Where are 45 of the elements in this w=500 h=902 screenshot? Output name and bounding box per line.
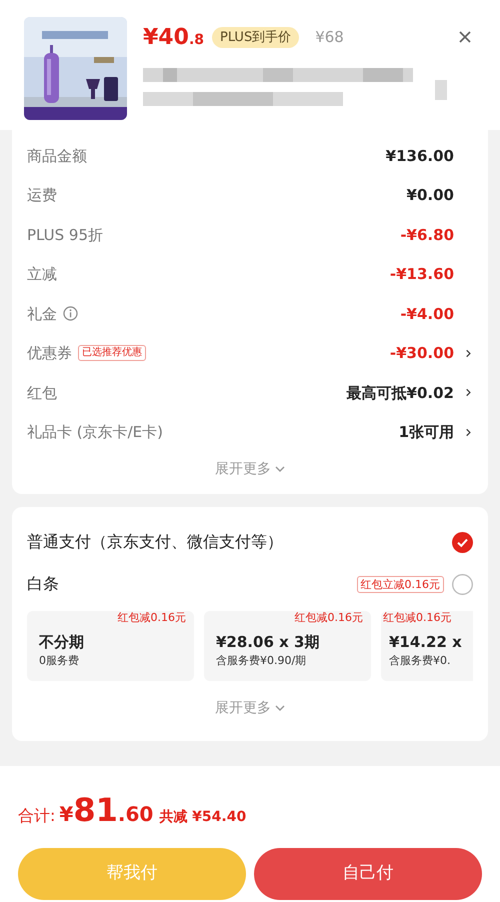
total-label: 合计:	[18, 805, 56, 827]
service-fee-text: 含服务费¥0.	[389, 653, 452, 669]
installment-option[interactable]: 红包减0.16元 ¥28.06 x 3期 含服务费¥0.90/期	[204, 611, 371, 681]
row-value: ¥136.00	[386, 146, 454, 166]
close-icon[interactable]	[459, 31, 471, 43]
selected-offer-tag: 已选推荐优惠	[78, 345, 146, 362]
row-label: 礼品卡 (京东卡/E卡)	[27, 422, 164, 443]
row-value: ¥0.00	[406, 185, 454, 206]
row-value[interactable]: 1张可用	[398, 421, 454, 444]
discount-tag: 红包减0.16元	[294, 611, 363, 626]
total-price: ¥81.60	[59, 790, 154, 831]
plus-price: ¥40.8	[143, 24, 204, 52]
row-value: -¥6.80	[400, 224, 454, 246]
chevron-down-icon	[275, 466, 285, 472]
installment-option[interactable]: 红包减0.16元 ¥14.22 x 含服务费¥0.	[381, 611, 473, 681]
chevron-down-icon	[275, 705, 285, 711]
discount-tag: 红包减0.16元	[118, 611, 186, 626]
row-value: -¥4.00	[400, 304, 454, 324]
row-label: 运费	[27, 185, 57, 206]
service-fee-text: 含服务费¥0.90/期	[216, 653, 308, 669]
radio-unchecked[interactable]	[452, 574, 473, 594]
row-label: PLUS 95折	[27, 224, 104, 246]
row-label: 优惠券	[27, 343, 72, 364]
row-label: 立减	[27, 264, 57, 285]
original-price: ¥68	[315, 27, 344, 48]
payment-option-label[interactable]: 普通支付（京东支付、微信支付等）	[27, 530, 283, 554]
plus-price-badge: PLUS到手价	[212, 26, 300, 48]
row-label: 礼金	[27, 304, 57, 324]
payment-option-label[interactable]: 白条	[27, 572, 59, 596]
discount-tag: 红包立减0.16元	[356, 576, 444, 592]
row-value[interactable]: -¥30.00	[390, 342, 454, 364]
row-value: -¥13.60	[390, 264, 454, 285]
info-icon[interactable]	[63, 306, 78, 322]
total-savings: 共减 ¥54.40	[159, 808, 246, 827]
installment-title: ¥28.06 x 3期	[216, 632, 320, 653]
installment-title: ¥14.22 x	[389, 632, 463, 653]
discount-tag: 红包减0.16元	[383, 611, 452, 626]
row-value[interactable]: 最高可抵¥0.02	[346, 382, 454, 404]
radio-checked[interactable]	[452, 532, 473, 552]
installment-option[interactable]: 红包减0.16元 不分期 0服务费	[27, 611, 194, 681]
pay-button[interactable]: 自己付	[254, 848, 482, 900]
row-label: 红包	[27, 382, 57, 404]
installment-title: 不分期	[39, 632, 85, 653]
row-label: 商品金额	[27, 146, 87, 166]
service-fee-text: 0服务费	[39, 653, 80, 669]
